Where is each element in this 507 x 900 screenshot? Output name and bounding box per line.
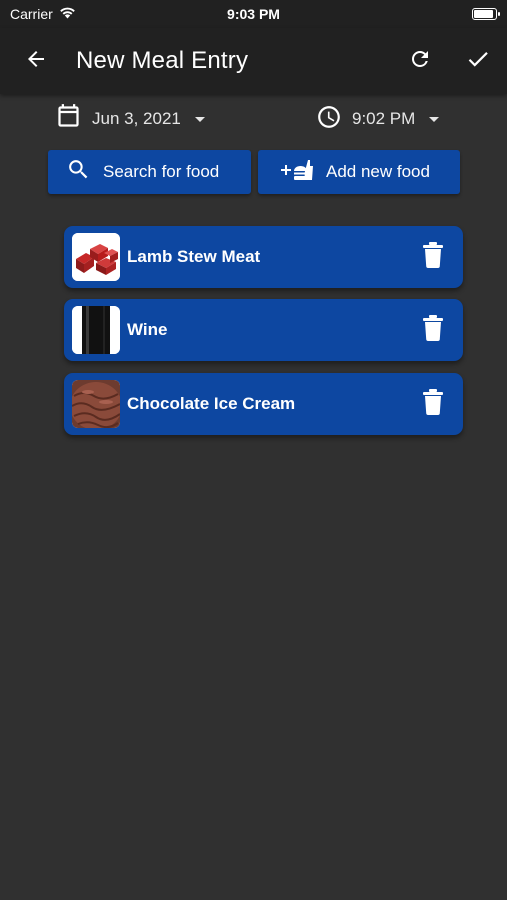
time-value: 9:02 PM: [352, 109, 416, 128]
date-picker[interactable]: Jun 3, 2021: [55, 100, 205, 138]
add-new-food-button[interactable]: Add new food: [258, 150, 460, 194]
search-icon: [66, 157, 91, 187]
trash-icon: [422, 314, 444, 346]
date-value: Jun 3, 2021: [92, 109, 181, 128]
app-bar-actions: [391, 28, 507, 94]
chevron-down-icon: [429, 116, 440, 122]
page-title: New Meal Entry: [76, 47, 249, 74]
add-food-icon: [275, 157, 318, 188]
food-image-wine: [72, 306, 120, 354]
wifi-icon: [59, 6, 76, 22]
delete-button[interactable]: [403, 299, 463, 361]
calendar-icon: [55, 103, 82, 135]
trash-icon: [422, 388, 444, 420]
refresh-button[interactable]: [391, 28, 449, 94]
food-name: Lamb Stew Meat: [127, 247, 261, 266]
status-bar: Carrier 9:03 PM: [0, 0, 507, 28]
check-icon: [465, 46, 491, 77]
list-item[interactable]: Chocolate Ice Cream: [64, 373, 463, 435]
back-button[interactable]: [0, 28, 72, 94]
list-item[interactable]: Lamb Stew Meat: [64, 226, 463, 288]
action-buttons: Search for food Add new food: [0, 150, 507, 194]
search-food-label: Search for food: [103, 162, 220, 181]
refresh-icon: [408, 47, 432, 76]
arrow-back-icon: [24, 47, 48, 76]
status-left: Carrier: [10, 6, 76, 22]
add-new-food-label: Add new food: [326, 162, 430, 181]
trash-icon: [422, 241, 444, 273]
list-item[interactable]: Wine: [64, 299, 463, 361]
food-image-lamb: [72, 233, 120, 281]
food-name: Wine: [127, 320, 168, 339]
delete-button[interactable]: [403, 226, 463, 288]
food-name: Chocolate Ice Cream: [127, 394, 296, 413]
carrier-label: Carrier: [10, 6, 53, 22]
clock-icon: [316, 104, 342, 135]
status-time: 9:03 PM: [227, 6, 280, 22]
battery-icon: [472, 8, 500, 20]
chevron-down-icon: [194, 116, 205, 122]
datetime-row: Jun 3, 2021 9:02 PM: [0, 100, 507, 138]
time-picker[interactable]: 9:02 PM: [316, 100, 440, 138]
search-food-button[interactable]: Search for food: [48, 150, 251, 194]
app-bar: New Meal Entry: [0, 28, 507, 94]
food-image-ice-cream: [72, 380, 120, 428]
save-button[interactable]: [449, 28, 507, 94]
delete-button[interactable]: [403, 373, 463, 435]
